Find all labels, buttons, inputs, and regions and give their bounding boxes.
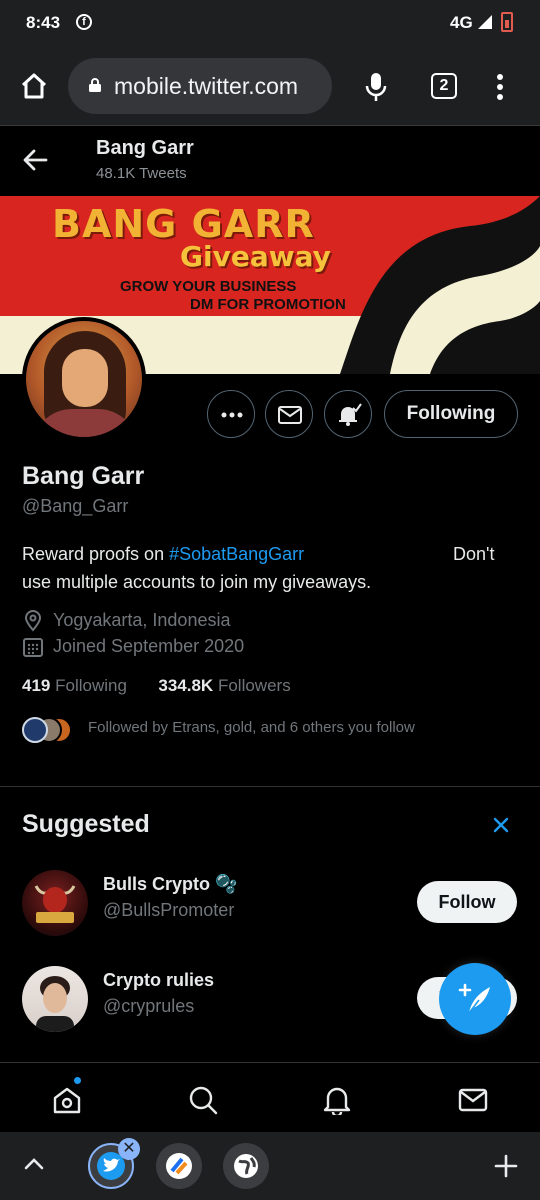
profile-joined: Joined September 2020	[22, 636, 422, 662]
joined-text: Joined September 2020	[53, 636, 245, 656]
tweet-count: 48.1K Tweets	[96, 165, 187, 182]
location-text: Yogyakarta, Indonesia	[53, 610, 231, 630]
lock-icon	[89, 78, 101, 92]
chevron-up-icon[interactable]	[24, 1156, 44, 1170]
notifications-button[interactable]	[324, 390, 372, 438]
profile-header: Bang Garr 48.1K Tweets	[0, 127, 540, 196]
bio-text-prefix: Reward proofs on	[22, 544, 170, 564]
close-icon[interactable]	[490, 814, 512, 836]
url-bar[interactable]: mobile.twitter.com	[68, 58, 332, 114]
follow-stats: 419 Following 334.8K Followers	[22, 676, 291, 696]
new-tab-plus-icon[interactable]	[494, 1154, 518, 1178]
url-text[interactable]: mobile.twitter.com	[114, 73, 326, 100]
following-button[interactable]: Following	[384, 390, 518, 438]
compose-tweet-button[interactable]	[439, 963, 511, 1035]
globe-icon	[234, 1154, 258, 1178]
followed-by[interactable]: Followed by Etrans, gold, and 6 others y…	[22, 714, 522, 746]
banner-line-2: DM FOR PROMOTION	[190, 296, 346, 313]
suggested-title: Suggested	[22, 810, 150, 838]
bottom-nav	[0, 1062, 540, 1132]
tab-switcher-button[interactable]: 2	[431, 73, 457, 99]
suggested-avatar[interactable]	[22, 870, 88, 936]
facebook-notification-icon: f	[76, 14, 92, 30]
tab-2[interactable]	[156, 1143, 202, 1189]
battery-icon	[501, 12, 513, 32]
microphone-icon[interactable]	[364, 72, 388, 102]
search-icon[interactable]	[188, 1085, 218, 1115]
header-name: Bang Garr	[96, 137, 194, 159]
following-label: Following	[55, 676, 127, 695]
bell-icon[interactable]	[322, 1085, 352, 1115]
bull-logo	[34, 885, 76, 923]
person-photo	[36, 976, 74, 1032]
banner-line-1: GROW YOUR BUSINESS	[120, 278, 297, 295]
browser-toolbar: mobile.twitter.com 2	[0, 46, 540, 126]
avatar-face	[62, 349, 108, 407]
more-button[interactable]	[207, 390, 255, 438]
browser-tab-strip	[0, 1132, 540, 1200]
notification-dot	[74, 1077, 81, 1084]
followers-label: Followers	[217, 676, 291, 695]
bio-text-dont: Don't	[453, 544, 495, 564]
profile-name: Bang Garr	[22, 462, 145, 490]
bio-text-line-2: use multiple accounts to join my giveawa…	[22, 572, 372, 592]
feather-plus-icon	[458, 983, 490, 1014]
message-button[interactable]	[265, 390, 313, 438]
profile-avatar[interactable]	[22, 317, 146, 441]
suggested-handle: @BullsPromoter	[103, 900, 235, 920]
followers-count: 334.8K	[158, 676, 214, 695]
envelope-icon	[278, 406, 302, 424]
section-divider	[0, 786, 540, 787]
follower-avatar	[22, 717, 48, 743]
ellipsis-icon	[221, 412, 243, 418]
banner-giveaway: Giveaway	[180, 240, 331, 273]
arrow-left-icon[interactable]	[22, 147, 48, 173]
followers-stat[interactable]: 334.8K Followers	[158, 676, 290, 695]
profile-bio: Reward proofs on #SobatBangGarr Don't us…	[22, 540, 512, 596]
suggested-name[interactable]: Bulls Crypto 🫧	[103, 874, 237, 895]
kebab-menu-icon[interactable]	[492, 72, 508, 102]
suggested-handle: @cryprules	[103, 996, 195, 1016]
home-icon[interactable]	[52, 1085, 82, 1115]
suggested-avatar[interactable]	[22, 966, 88, 1032]
following-stat[interactable]: 419 Following	[22, 676, 127, 695]
profile-location: Yogyakarta, Indonesia	[22, 610, 422, 636]
suggested-user[interactable]: Bulls Crypto 🫧 @BullsPromoter Follow	[0, 870, 540, 940]
network-type: 4G	[450, 13, 473, 32]
suggested-name[interactable]: Crypto rulies	[103, 970, 214, 991]
tab-3[interactable]	[223, 1143, 269, 1189]
mail-icon[interactable]	[458, 1085, 488, 1115]
status-bar: 8:43 f 4G	[0, 0, 540, 46]
bell-check-icon	[339, 403, 362, 426]
map-pin-icon	[24, 610, 42, 632]
signal-icon	[478, 15, 492, 29]
status-time: 8:43	[26, 13, 61, 32]
home-icon[interactable]	[20, 72, 48, 100]
following-count: 419	[22, 676, 51, 695]
app-icon	[166, 1153, 192, 1179]
calendar-icon	[23, 638, 43, 657]
close-tab-icon[interactable]: ✕	[118, 1138, 140, 1160]
bio-hashtag-link[interactable]: #SobatBangGarr	[169, 544, 304, 564]
followed-by-text: Followed by Etrans, gold, and 6 others y…	[88, 719, 415, 736]
follow-button[interactable]: Follow	[417, 881, 517, 923]
profile-handle: @Bang_Garr	[22, 496, 129, 516]
